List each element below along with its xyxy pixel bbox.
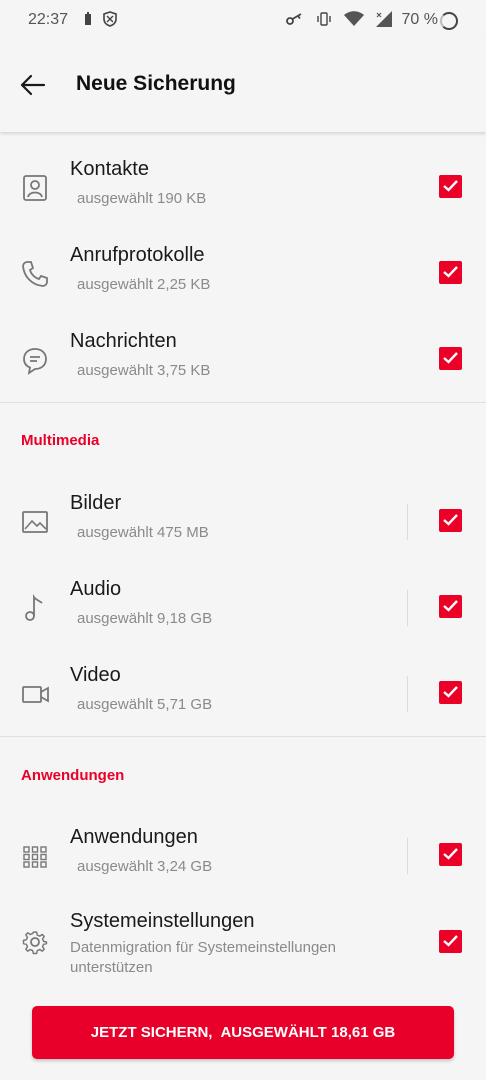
- backup-button-label: JETZT SICHERN,: [90, 1024, 213, 1041]
- vertical-divider: [407, 676, 408, 712]
- vertical-divider: [407, 590, 408, 626]
- item-label: Kontakte: [70, 158, 149, 180]
- checkbox-video[interactable]: [439, 681, 462, 704]
- apps-grid-icon: [23, 846, 47, 868]
- checkbox-anwendungen[interactable]: [439, 843, 462, 866]
- backup-button-size: AUSGEWÄHLT 18,61 GB: [220, 1024, 396, 1041]
- signal-icon: [376, 11, 392, 27]
- divider: [0, 736, 486, 737]
- item-label: Systemeinstellungen: [70, 910, 255, 932]
- item-size: ausgewählt 3,75 KB: [77, 362, 211, 379]
- message-icon: [23, 348, 47, 375]
- wifi-icon: [344, 11, 364, 26]
- item-size: ausgewählt 475 MB: [77, 524, 209, 541]
- video-camera-icon: [22, 686, 49, 703]
- item-size: ausgewählt 5,71 GB: [77, 696, 213, 713]
- vibrate-icon: [317, 12, 331, 26]
- checkbox-anrufprotokolle[interactable]: [439, 261, 462, 284]
- vertical-divider: [407, 504, 408, 540]
- item-label: Video: [70, 664, 121, 686]
- status-bar: 22:37 70 %: [0, 0, 486, 40]
- section-header-anwendungen: Anwendungen: [21, 767, 125, 784]
- music-note-icon: [25, 594, 43, 621]
- list-item-nachrichten[interactable]: Nachrichten ausgewählt 3,75 KB: [0, 316, 486, 402]
- shield-icon: [103, 11, 117, 27]
- list-item-bilder[interactable]: Bilder ausgewählt 475 MB: [0, 478, 486, 564]
- divider: [0, 402, 486, 403]
- item-label: Audio: [70, 578, 122, 600]
- list-item-kontakte[interactable]: Kontakte ausgewählt 190 KB: [0, 144, 486, 230]
- list-item-systemeinstellungen[interactable]: Systemeinstellungen Datenmigration für S…: [0, 898, 486, 994]
- back-arrow-icon[interactable]: [18, 70, 48, 100]
- list-item-video[interactable]: Video ausgewählt 5,71 GB: [0, 650, 486, 736]
- item-size: ausgewählt 190 KB: [77, 190, 207, 207]
- checkbox-nachrichten[interactable]: [439, 347, 462, 370]
- section-header-multimedia: Multimedia: [21, 432, 100, 449]
- backup-now-button[interactable]: JETZT SICHERN, AUSGEWÄHLT 18,61 GB: [32, 1006, 454, 1059]
- item-size: ausgewählt 9,18 GB: [77, 610, 213, 627]
- phone-icon: [22, 261, 48, 287]
- item-label: Nachrichten: [70, 330, 177, 352]
- battery-saver-icon: [85, 12, 91, 25]
- key-icon: [286, 13, 302, 25]
- vertical-divider: [407, 838, 408, 874]
- item-description: Datenmigration für Systemeinstellungen u…: [70, 939, 336, 976]
- item-size: ausgewählt 2,25 KB: [77, 276, 211, 293]
- image-icon: [22, 511, 48, 533]
- battery-percent: 70 %: [401, 11, 438, 28]
- list-item-anrufprotokolle[interactable]: Anrufprotokolle ausgewählt 2,25 KB: [0, 230, 486, 316]
- item-label: Bilder: [70, 492, 122, 514]
- contact-icon: [23, 175, 47, 201]
- app-bar: Neue Sicherung: [0, 40, 486, 132]
- checkbox-kontakte[interactable]: [439, 175, 462, 198]
- battery-ring-icon: [440, 12, 458, 30]
- item-label: Anwendungen: [70, 826, 198, 848]
- page-title: Neue Sicherung: [76, 72, 236, 95]
- item-size: ausgewählt 3,24 GB: [77, 858, 213, 875]
- item-label: Anrufprotokolle: [70, 244, 205, 266]
- list-item-audio[interactable]: Audio ausgewählt 9,18 GB: [0, 564, 486, 650]
- gear-icon: [22, 931, 48, 955]
- status-time: 22:37: [28, 11, 69, 28]
- checkbox-systemeinstellungen[interactable]: [439, 930, 462, 953]
- list-item-anwendungen[interactable]: Anwendungen ausgewählt 3,24 GB: [0, 812, 486, 898]
- checkbox-audio[interactable]: [439, 595, 462, 618]
- checkbox-bilder[interactable]: [439, 509, 462, 532]
